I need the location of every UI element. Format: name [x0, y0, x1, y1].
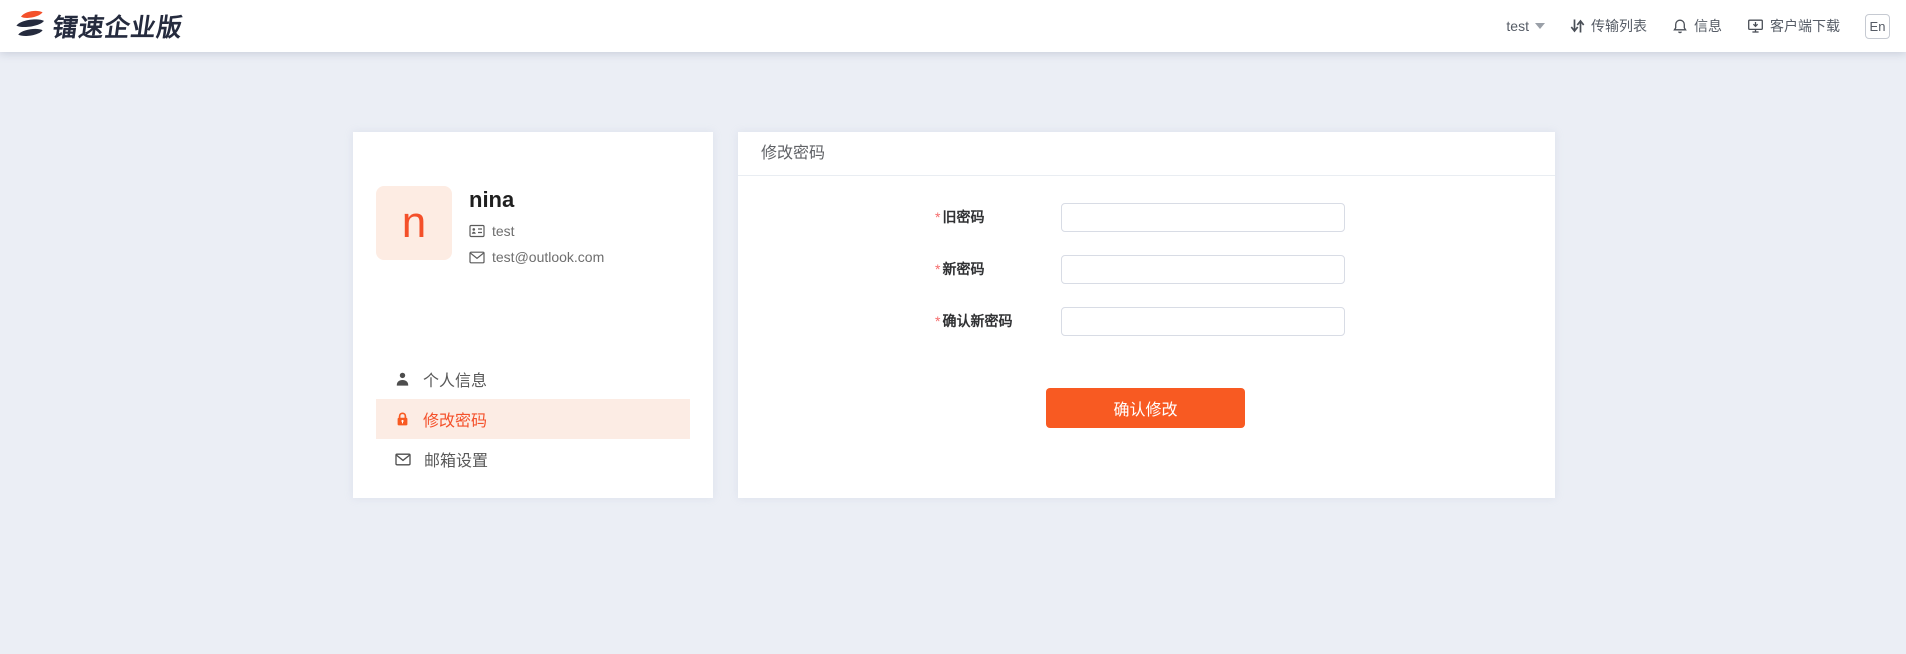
panel-title: 修改密码 — [738, 132, 1555, 176]
transfer-arrows-icon — [1570, 18, 1585, 34]
messages-button[interactable]: 信息 — [1672, 16, 1722, 36]
avatar: n — [376, 186, 452, 260]
profile-name: nina — [469, 187, 515, 212]
email-row: test@outlook.com — [469, 249, 604, 265]
language-label: En — [1869, 18, 1886, 34]
new-password-input[interactable] — [1061, 254, 1345, 284]
client-download-button[interactable]: 客户端下载 — [1747, 16, 1840, 36]
brand-logo[interactable]: 镭速企业版 — [13, 8, 185, 44]
profile-info: nina test test@outlook.com — [469, 186, 604, 265]
required-mark: * — [935, 261, 941, 277]
monitor-download-icon — [1747, 18, 1764, 34]
sidebar-item-change-password[interactable]: 修改密码 — [376, 399, 690, 439]
user-icon — [395, 371, 410, 387]
id-card-icon — [469, 224, 485, 238]
brand-name: 镭速企业版 — [50, 14, 185, 42]
user-dropdown[interactable]: test — [1506, 18, 1545, 34]
sidebar-item-email-settings[interactable]: 邮箱设置 — [376, 439, 690, 479]
old-password-field-row: * 旧密码 — [935, 202, 1345, 232]
profile-header: n nina test test@outlook.com — [376, 186, 604, 265]
username-row: test — [469, 223, 604, 239]
sidebar-item-label: 邮箱设置 — [424, 453, 489, 470]
bell-icon — [1672, 18, 1688, 34]
change-password-panel: 修改密码 * 旧密码 * 新密码 * 确认新密码 确认修改 — [738, 132, 1555, 498]
brand-logo-icon — [13, 8, 46, 44]
sidebar-item-personal-info[interactable]: 个人信息 — [376, 359, 690, 399]
envelope-icon — [469, 251, 485, 264]
email-text: test@outlook.com — [492, 249, 605, 265]
mail-icon — [395, 453, 411, 466]
header-nav: test 传输列表 信息 客户端下载 En — [1506, 13, 1890, 39]
profile-menu: 个人信息 修改密码 邮箱设置 — [353, 359, 713, 479]
sidebar-item-label: 个人信息 — [423, 373, 488, 390]
confirm-password-label: * 确认新密码 — [935, 313, 1013, 329]
client-download-label: 客户端下载 — [1770, 18, 1840, 34]
top-header: 镭速企业版 test 传输列表 信息 客户端下载 En — [0, 0, 1906, 52]
transfer-list-button[interactable]: 传输列表 — [1570, 16, 1647, 36]
confirm-password-input[interactable] — [1061, 306, 1345, 336]
chevron-down-icon — [1535, 23, 1545, 29]
old-password-input[interactable] — [1061, 202, 1345, 232]
confirm-change-button[interactable]: 确认修改 — [1046, 388, 1245, 428]
user-dropdown-label: test — [1506, 18, 1529, 34]
sidebar-item-label: 修改密码 — [423, 413, 488, 430]
old-password-label: * 旧密码 — [935, 209, 985, 225]
avatar-letter: n — [401, 198, 427, 247]
new-password-field-row: * 新密码 — [935, 254, 1345, 284]
transfer-list-label: 传输列表 — [1591, 18, 1647, 34]
confirm-password-field-row: * 确认新密码 — [935, 306, 1345, 336]
language-toggle-button[interactable]: En — [1865, 13, 1890, 39]
profile-card: n nina test test@outlook.com 个人信息 修改密码 邮… — [353, 132, 713, 498]
required-mark: * — [935, 313, 941, 329]
required-mark: * — [935, 209, 941, 225]
new-password-label: * 新密码 — [935, 261, 985, 277]
messages-label: 信息 — [1694, 18, 1722, 34]
main-content: n nina test test@outlook.com 个人信息 修改密码 邮… — [353, 132, 1555, 498]
username-text: test — [492, 223, 515, 239]
lock-icon — [395, 411, 410, 427]
